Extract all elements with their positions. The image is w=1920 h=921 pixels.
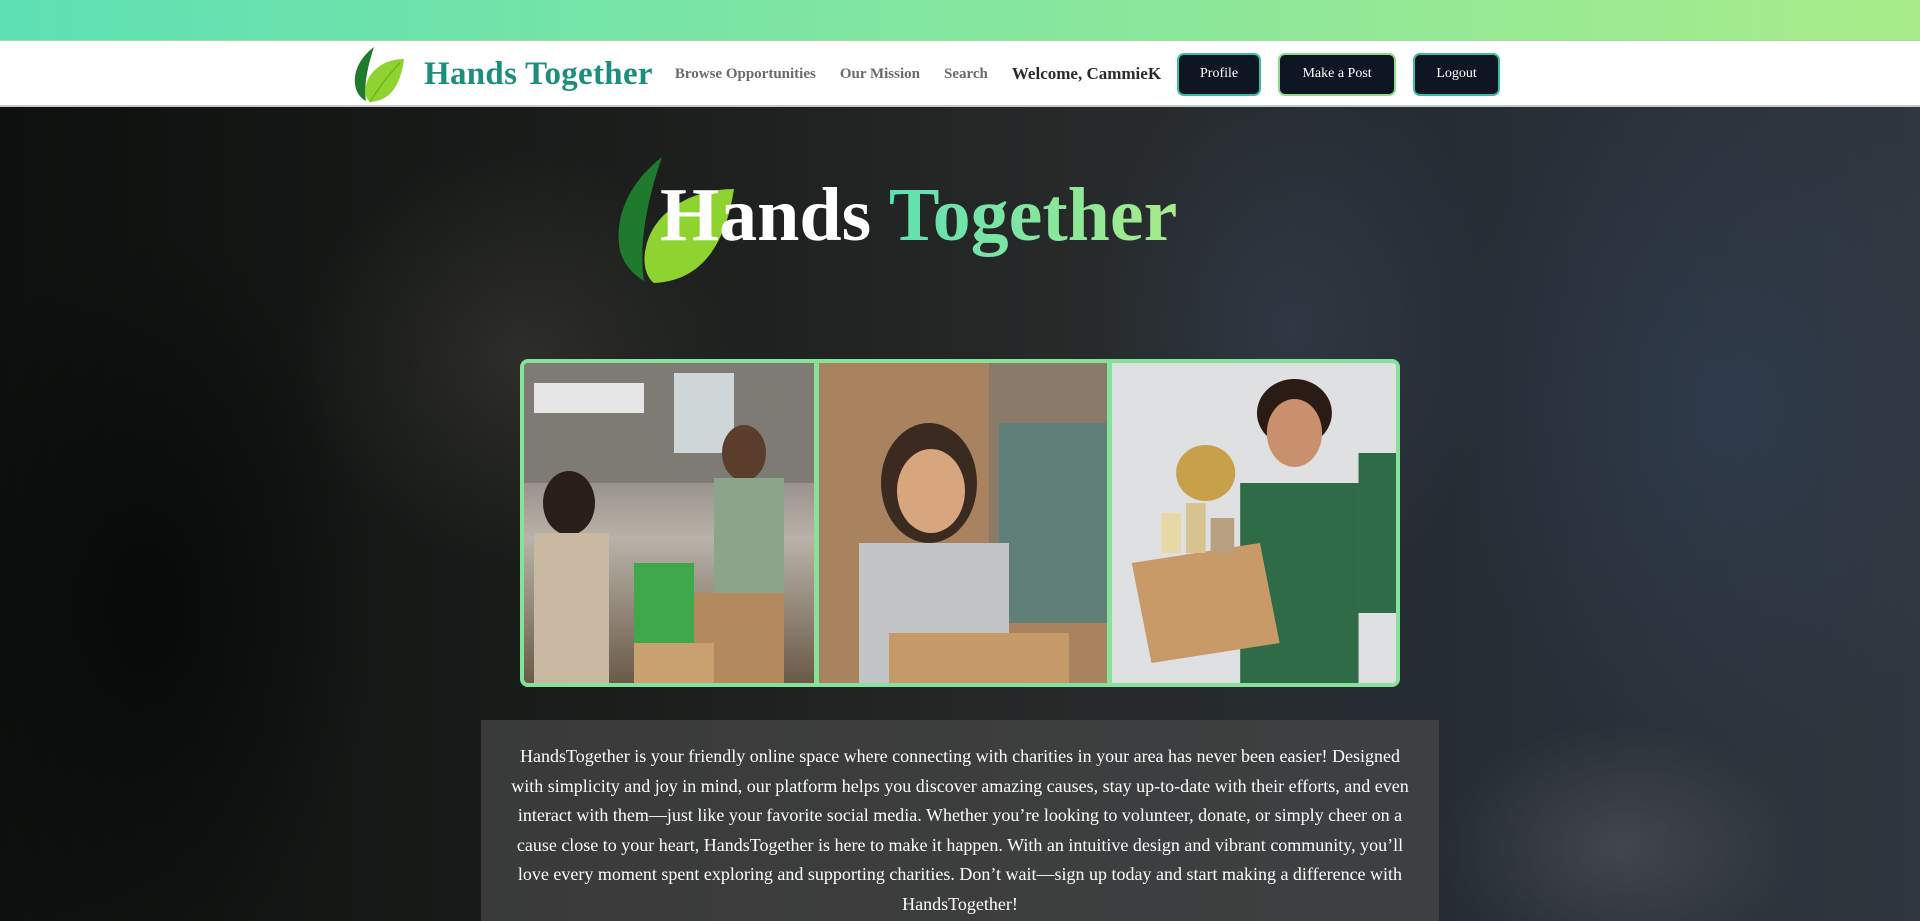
- about-description: HandsTogether is your friendly online sp…: [481, 720, 1439, 921]
- navbar: Hands Together Browse Opportunities Our …: [0, 41, 1920, 107]
- make-a-post-button[interactable]: Make a Post: [1278, 52, 1397, 96]
- volunteers-food-drive-photo: [524, 363, 814, 683]
- hero-section: Hands Together HandsTogether is your fri…: [0, 107, 1920, 921]
- top-gradient-strip: [0, 0, 1920, 41]
- nav-links: Browse Opportunities Our Mission Search …: [675, 52, 1501, 96]
- photo-gallery: [520, 359, 1400, 687]
- brand-home-link[interactable]: Hands Together: [352, 45, 653, 103]
- nav-browse-opportunities[interactable]: Browse Opportunities: [675, 66, 816, 83]
- smiling-volunteer-photo: [819, 363, 1107, 683]
- logout-button[interactable]: Logout: [1413, 52, 1501, 96]
- photo-1-illustration: [524, 363, 814, 683]
- nav-search[interactable]: Search: [944, 66, 988, 83]
- brand-name: Hands Together: [424, 55, 653, 92]
- volunteer-carrying-box-photo: [1112, 363, 1396, 683]
- nav-our-mission[interactable]: Our Mission: [840, 66, 920, 83]
- welcome-message: Welcome, CammieK: [1011, 64, 1162, 83]
- hero-title-word-hands: Hands: [660, 173, 872, 257]
- profile-button[interactable]: Profile: [1177, 52, 1262, 96]
- hero-title: Hands Together: [660, 177, 1177, 253]
- photo-3-illustration: [1112, 363, 1396, 683]
- hero-title-word-together: Together: [888, 173, 1178, 257]
- about-text: HandsTogether is your friendly online sp…: [511, 746, 1409, 914]
- hero-title-block: Hands Together: [612, 155, 1272, 285]
- photo-2-illustration: [819, 363, 1107, 683]
- navbar-inner: Hands Together Browse Opportunities Our …: [352, 41, 1568, 107]
- leaf-logo-icon: [354, 47, 404, 103]
